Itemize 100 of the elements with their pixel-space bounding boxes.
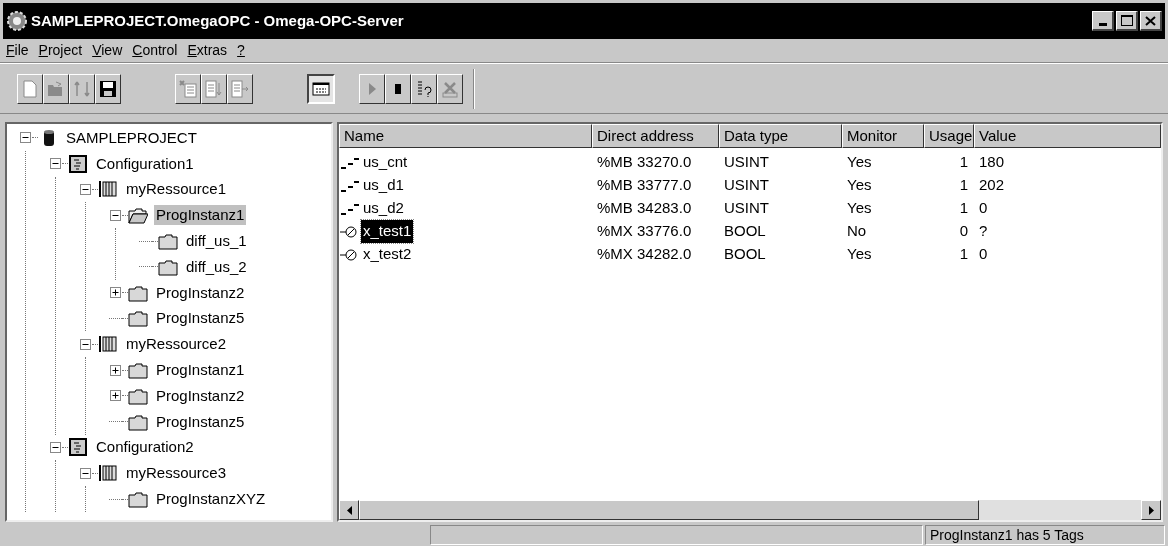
menu-item[interactable]: File <box>6 40 29 61</box>
column-header[interactable]: Value <box>974 124 1161 148</box>
tree-item[interactable]: diff_us_1 <box>184 231 249 252</box>
table-cell-text: 1 <box>958 175 969 196</box>
dash-line-icon <box>340 155 360 170</box>
table-cell-text: Yes <box>846 175 873 196</box>
status-message: ProgInstanz1 has 5 Tags <box>930 525 1084 545</box>
tree-item[interactable]: ProgInstanz5 <box>154 411 247 432</box>
scroll-left-button[interactable] <box>339 500 359 520</box>
collapse-icon[interactable] <box>80 467 91 479</box>
tag-name[interactable]: us_d2 <box>361 197 406 220</box>
document-icon <box>68 437 88 458</box>
close-button[interactable] <box>1140 11 1162 31</box>
tree-item[interactable]: ProgInstanz2 <box>154 282 247 303</box>
table-cell-text: Yes <box>846 152 873 173</box>
tree-item[interactable]: diff_us_2 <box>184 256 249 277</box>
minimize-button[interactable] <box>1092 11 1114 31</box>
tag-name[interactable]: x_test1 <box>361 220 414 243</box>
table-cell-text: 180 <box>978 152 1006 173</box>
menu-item[interactable]: View <box>92 40 123 61</box>
window-title: SAMPLEPROJECT.OmegaOPC - Omega-OPC-Server <box>31 10 404 31</box>
collapse-icon[interactable] <box>80 184 91 195</box>
close-icon <box>1145 15 1156 26</box>
expand-icon[interactable] <box>110 287 121 299</box>
collapse-icon[interactable] <box>50 158 61 170</box>
maximize-icon <box>1120 15 1133 26</box>
grid-icon <box>98 334 118 355</box>
save-icon <box>98 78 118 99</box>
dash-line-icon <box>340 178 360 193</box>
tree-item[interactable]: ProgInstanz2 <box>154 385 247 406</box>
table-cell-text: No <box>846 221 868 242</box>
tree-item[interactable]: SAMPLEPROJECT <box>64 127 199 148</box>
table-cell-text: BOOL <box>723 221 767 242</box>
collapse-icon[interactable] <box>80 338 91 350</box>
tag-name[interactable]: us_d1 <box>361 174 406 197</box>
document-icon <box>68 153 88 174</box>
tree-item[interactable]: myRessource2 <box>124 334 229 355</box>
table-cell-text: 0 <box>958 221 969 242</box>
file-icon <box>20 78 40 99</box>
grid-icon <box>98 463 118 484</box>
tree-item[interactable]: myRessource3 <box>124 463 229 484</box>
list-right-icon <box>230 78 250 99</box>
folder-icon <box>128 489 148 510</box>
column-header[interactable]: Usage <box>924 124 974 148</box>
column-header[interactable]: Data type <box>719 124 842 148</box>
column-header[interactable]: Direct address <box>592 124 719 148</box>
table-cell-text: 0 <box>978 244 989 265</box>
tree-item[interactable]: ProgInstanz1 <box>154 205 247 226</box>
collapse-icon[interactable] <box>50 441 61 453</box>
tree-item[interactable]: Configuration1 <box>94 153 196 174</box>
tree-item[interactable]: ProgInstanz5 <box>154 308 247 329</box>
table-cell-text: 202 <box>978 175 1006 196</box>
table-cell-text: %MB 33777.0 <box>596 175 693 196</box>
table-cell-text: USINT <box>723 152 770 173</box>
tree-item[interactable]: ProgInstanzXYZ <box>154 489 268 510</box>
table-cell-text: %MB 34283.0 <box>596 198 693 219</box>
tree-item[interactable]: myRessource1 <box>124 179 229 200</box>
table-cell-text: Yes <box>846 198 873 219</box>
menu-item[interactable]: Control <box>132 40 178 61</box>
gear-app-icon <box>6 10 28 32</box>
menu-item[interactable]: ? <box>237 40 245 61</box>
right-arrow-icon <box>1148 505 1154 515</box>
table-cell-text: 1 <box>958 152 969 173</box>
scroll-right-button[interactable] <box>1141 500 1161 520</box>
minimize-icon <box>1098 23 1107 26</box>
folder-icon <box>128 360 148 381</box>
folder-icon <box>128 308 148 329</box>
table-cell-text: 0 <box>978 198 989 219</box>
table-cell-text: %MX 33776.0 <box>596 221 693 242</box>
table-cell-text: %MX 34282.0 <box>596 244 693 265</box>
collapse-icon[interactable] <box>20 132 31 144</box>
table-cell-text: USINT <box>723 198 770 219</box>
menu-item[interactable]: Extras <box>187 40 228 61</box>
document-icon <box>178 78 198 99</box>
table-cell-text: 1 <box>958 198 969 219</box>
column-header[interactable]: Name <box>339 124 592 148</box>
list-down-icon <box>204 78 224 99</box>
expand-icon[interactable] <box>110 390 121 402</box>
grid-icon <box>98 179 118 200</box>
maximize-button[interactable] <box>1116 11 1138 31</box>
collapse-icon[interactable] <box>110 209 121 221</box>
folder-icon <box>158 231 178 252</box>
scroll-thumb[interactable] <box>359 500 979 520</box>
tree-item[interactable]: Configuration2 <box>94 437 196 458</box>
table-cell-text: ? <box>978 221 989 242</box>
table-cell-text: USINT <box>723 175 770 196</box>
menu-item[interactable]: Project <box>38 40 83 61</box>
circle-slash-icon <box>340 224 360 239</box>
toolbar-button[interactable] <box>307 73 335 104</box>
tree-item[interactable]: ProgInstanz1 <box>154 360 247 381</box>
open-folder-icon <box>128 205 148 226</box>
dash-line-icon <box>340 201 360 216</box>
column-header[interactable]: Monitor <box>842 124 924 148</box>
table-cell-text: Yes <box>846 244 873 265</box>
expand-icon[interactable] <box>110 364 121 376</box>
horizontal-scrollbar[interactable] <box>339 500 1161 520</box>
tag-name[interactable]: us_cnt <box>361 151 410 174</box>
left-arrow-icon <box>346 505 352 515</box>
tag-name[interactable]: x_test2 <box>361 243 414 266</box>
table-cell-text: BOOL <box>723 244 767 265</box>
